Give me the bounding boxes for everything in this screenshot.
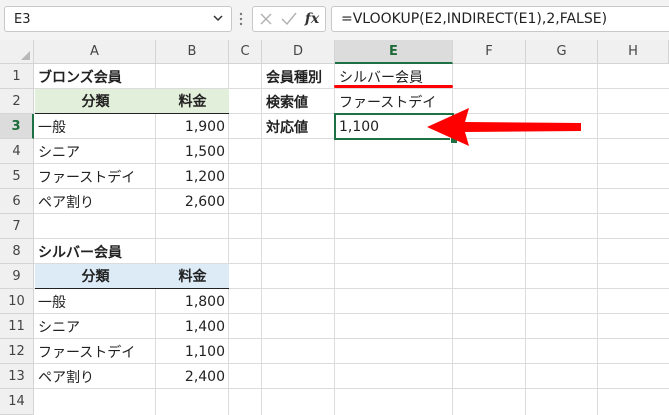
formula-buttons: fx (252, 6, 326, 32)
table1-row-price[interactable]: 1,500 (156, 139, 229, 164)
table2-row-category[interactable]: 一般 (34, 289, 156, 314)
row-header-13[interactable]: 13 (0, 364, 34, 389)
column-header-h[interactable]: H (598, 40, 669, 64)
formula-bar[interactable]: =VLOOKUP(E2,INDIRECT(E1),2,FALSE) (331, 6, 669, 32)
select-all-corner[interactable] (0, 40, 34, 64)
chevron-down-icon[interactable] (211, 11, 225, 25)
table2-row-category[interactable]: ペア割り (34, 364, 156, 389)
row-header-6[interactable]: 6 (0, 189, 34, 214)
table1-header-price[interactable]: 料金 (156, 89, 229, 114)
column-header-b[interactable]: B (156, 40, 229, 64)
formula-bar-value: =VLOOKUP(E2,INDIRECT(E1),2,FALSE) (341, 11, 608, 27)
row-header-1[interactable]: 1 (0, 64, 34, 89)
x-icon (260, 13, 272, 25)
row-header-8[interactable]: 8 (0, 239, 34, 264)
table2-row-price[interactable]: 1,800 (156, 289, 229, 314)
table1-header-category[interactable]: 分類 (35, 89, 156, 114)
table1-title[interactable]: ブロンズ会員 (34, 64, 156, 89)
red-underline-annotation (334, 85, 453, 88)
drag-handle-icon[interactable] (239, 11, 243, 27)
row-header-10[interactable]: 10 (0, 289, 34, 314)
row-header-3[interactable]: 3 (0, 114, 34, 139)
member-type-label[interactable]: 会員種別 (262, 64, 335, 89)
result-label[interactable]: 対応値 (262, 114, 335, 139)
table1-row-price[interactable]: 1,900 (156, 114, 229, 139)
table2-row-category[interactable]: シニア (34, 314, 156, 339)
row-header-2[interactable]: 2 (0, 89, 34, 114)
spreadsheet-grid[interactable]: A B C D E F G H 1 2 3 4 5 6 7 8 9 10 11 … (0, 40, 669, 415)
name-box-value: E3 (14, 12, 31, 27)
row-header-11[interactable]: 11 (0, 314, 34, 339)
red-arrow-annotation (427, 108, 581, 146)
table1-row-category[interactable]: 一般 (34, 114, 156, 139)
row-header-12[interactable]: 12 (0, 339, 34, 364)
table2-header-price[interactable]: 料金 (156, 264, 229, 289)
formula-toolbar: E3 fx =VLOOKUP(E2,INDIRECT(E1),2,FALSE) (0, 0, 669, 40)
search-value-label[interactable]: 検索値 (262, 89, 335, 114)
row-header-14[interactable]: 14 (0, 389, 34, 415)
table2-row-price[interactable]: 2,400 (156, 364, 229, 389)
row-header-7[interactable]: 7 (0, 214, 34, 239)
column-header-e[interactable]: E (335, 40, 453, 64)
table1-row-category[interactable]: ペア割り (34, 189, 156, 214)
table1-row-price[interactable]: 1,200 (156, 164, 229, 189)
row-header-5[interactable]: 5 (0, 164, 34, 189)
table2-title[interactable]: シルバー会員 (34, 239, 156, 264)
cancel-button[interactable] (255, 7, 277, 31)
column-header-f[interactable]: F (453, 40, 526, 64)
column-header-g[interactable]: G (526, 40, 598, 64)
row-header-9[interactable]: 9 (0, 264, 34, 289)
table1-row-category[interactable]: シニア (34, 139, 156, 164)
table1-row-category[interactable]: ファーストデイ (34, 164, 156, 189)
insert-function-button[interactable]: fx (301, 7, 323, 31)
table1-row-price[interactable]: 2,600 (156, 189, 229, 214)
column-header-c[interactable]: C (229, 40, 262, 64)
table2-row-price[interactable]: 1,400 (156, 314, 229, 339)
column-header-d[interactable]: D (262, 40, 335, 64)
fx-icon: fx (304, 11, 320, 27)
column-header-a[interactable]: A (34, 40, 156, 64)
table2-row-category[interactable]: ファーストデイ (34, 339, 156, 364)
name-box[interactable]: E3 (4, 6, 232, 32)
enter-button[interactable] (278, 7, 300, 31)
table2-row-price[interactable]: 1,100 (156, 339, 229, 364)
table2-header-category[interactable]: 分類 (35, 264, 156, 289)
check-icon (281, 12, 297, 26)
row-header-4[interactable]: 4 (0, 139, 34, 164)
